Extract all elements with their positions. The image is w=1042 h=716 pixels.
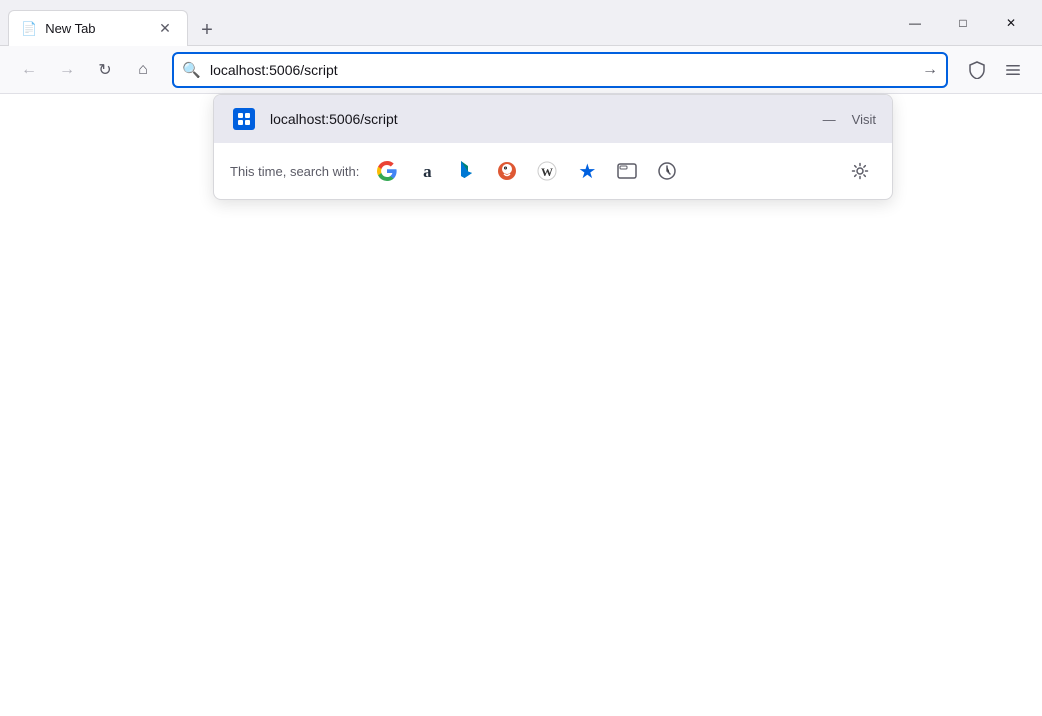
google-icon (377, 161, 397, 181)
tab-title: New Tab (45, 21, 147, 36)
address-input[interactable] (172, 52, 948, 88)
bookmarks-button[interactable] (960, 53, 994, 87)
history-icon (657, 161, 677, 181)
minimize-button[interactable]: — (892, 7, 938, 39)
search-settings-button[interactable] (844, 155, 876, 187)
toolbar-right (960, 53, 1030, 87)
svg-text:W: W (541, 165, 553, 179)
menu-button[interactable] (996, 53, 1030, 87)
home-button[interactable]: ⌂ (126, 53, 160, 87)
suggestion-dash: — (823, 112, 836, 127)
search-with-label: This time, search with: (230, 164, 359, 179)
tab-strip: 📄 New Tab ✕ + (8, 0, 884, 45)
shield-icon (968, 61, 986, 79)
tabs-icon (617, 163, 637, 179)
amazon-search-button[interactable]: a (411, 155, 443, 187)
amazon-icon: a (423, 163, 432, 180)
bing-search-button[interactable] (451, 155, 483, 187)
menu-icon (1004, 61, 1022, 79)
close-button[interactable]: ✕ (988, 7, 1034, 39)
window-controls: — □ ✕ (892, 7, 1034, 39)
suggestion-visit-label: Visit (852, 112, 876, 127)
maximize-button[interactable]: □ (940, 7, 986, 39)
google-search-button[interactable] (371, 155, 403, 187)
duckduckgo-search-button[interactable] (491, 155, 523, 187)
address-dropdown: localhost:5006/script — Visit This time,… (213, 94, 893, 200)
suggestion-url: localhost:5006/script (270, 111, 811, 127)
bing-icon (458, 161, 476, 181)
active-tab[interactable]: 📄 New Tab ✕ (8, 10, 188, 46)
duckduckgo-icon (497, 161, 517, 181)
new-tab-button[interactable]: + (192, 15, 222, 45)
address-go-button[interactable]: → (918, 58, 942, 82)
star-icon: ★ (578, 159, 596, 184)
gear-icon (851, 162, 869, 180)
bookmarks-search-button[interactable]: ★ (571, 155, 603, 187)
address-search-icon: 🔍 (182, 61, 201, 79)
back-button[interactable]: ← (12, 53, 46, 87)
toolbar: ← → ↻ ⌂ 🔍 → (0, 46, 1042, 94)
search-engines: a (371, 155, 832, 187)
search-with-row: This time, search with: a (214, 143, 892, 199)
tab-favicon: 📄 (21, 21, 37, 37)
tabs-search-button[interactable] (611, 155, 643, 187)
reload-button[interactable]: ↻ (88, 53, 122, 87)
wikipedia-icon: W (537, 161, 557, 181)
suggestion-site-icon (230, 105, 258, 133)
title-bar: 📄 New Tab ✕ + — □ ✕ (0, 0, 1042, 46)
forward-button[interactable]: → (50, 53, 84, 87)
history-search-button[interactable] (651, 155, 683, 187)
url-suggestion[interactable]: localhost:5006/script — Visit (214, 95, 892, 143)
localhost-icon (237, 112, 251, 126)
address-bar-wrapper: 🔍 → (172, 52, 948, 88)
tab-close-button[interactable]: ✕ (155, 19, 175, 39)
wikipedia-search-button[interactable]: W (531, 155, 563, 187)
